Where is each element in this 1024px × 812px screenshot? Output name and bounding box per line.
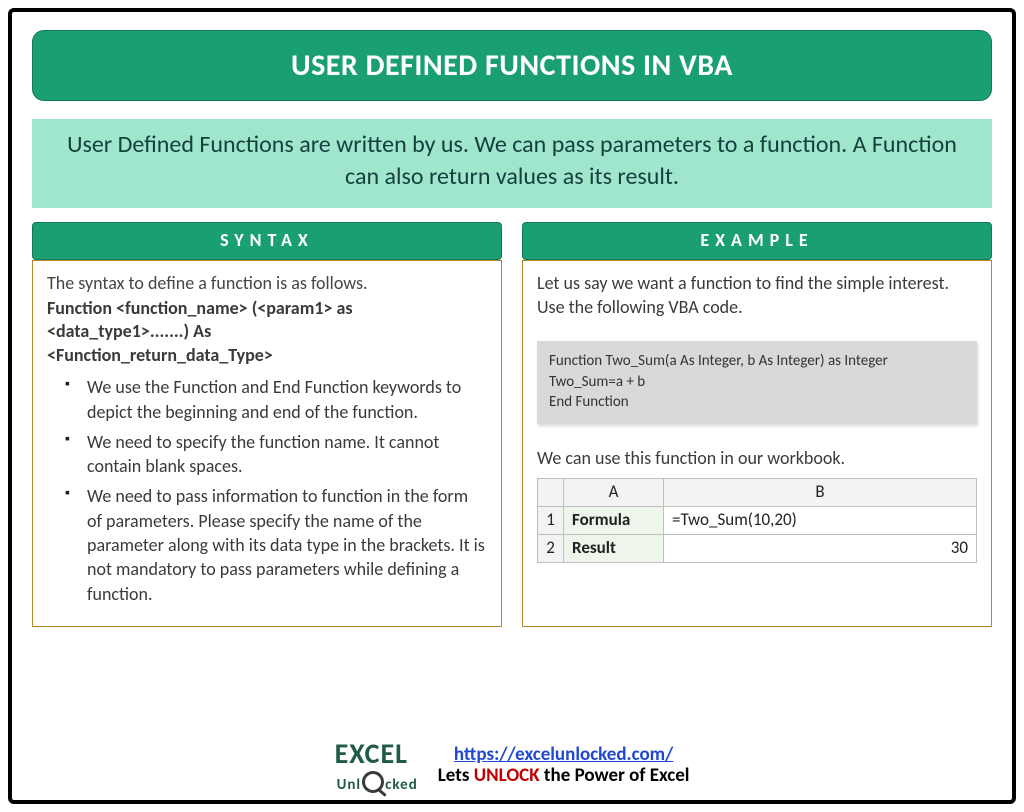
example-column: EXAMPLE Let us say we want a function to… bbox=[522, 222, 992, 627]
intro-box: User Defined Functions are written by us… bbox=[32, 119, 992, 208]
example-after: We can use this function in our workbook… bbox=[537, 446, 977, 470]
syntax-code-line: Function <function_name> (<param1> as bbox=[47, 297, 487, 320]
syntax-bullets: We use the Function and End Function key… bbox=[47, 375, 487, 606]
code-line: Function Two_Sum(a As Integer, b As Inte… bbox=[549, 351, 965, 371]
syntax-bullet: We need to specify the function name. It… bbox=[69, 430, 487, 479]
cell-a1: Formula bbox=[564, 507, 664, 535]
footer-text: https://excelunlocked.com/ Lets UNLOCK t… bbox=[438, 743, 690, 787]
row-number: 2 bbox=[538, 535, 564, 563]
vba-code-box: Function Two_Sum(a As Integer, b As Inte… bbox=[537, 341, 977, 424]
magnifying-glass-icon bbox=[362, 771, 384, 793]
logo-sub: Unlcked bbox=[337, 771, 418, 794]
sheet-row: 1 Formula =Two_Sum(10,20) bbox=[538, 507, 977, 535]
logo-top: EXCEL bbox=[335, 736, 418, 771]
syntax-header: SYNTAX bbox=[32, 222, 502, 260]
sheet-corner bbox=[538, 479, 564, 507]
cell-a2: Result bbox=[564, 535, 664, 563]
syntax-bullet: We need to pass information to function … bbox=[69, 484, 487, 605]
syntax-body: The syntax to define a function is as fo… bbox=[32, 260, 502, 627]
row-number: 1 bbox=[538, 507, 564, 535]
brand-logo: EXCEL Unlcked bbox=[335, 736, 418, 794]
code-line: End Function bbox=[549, 392, 965, 412]
footer-link[interactable]: https://excelunlocked.com/ bbox=[454, 743, 673, 766]
sheet-header-row: A B bbox=[538, 479, 977, 507]
columns: SYNTAX The syntax to define a function i… bbox=[32, 222, 992, 627]
tag-pre: Lets bbox=[438, 764, 474, 787]
syntax-lead: The syntax to define a function is as fo… bbox=[47, 271, 487, 295]
cell-b2: 30 bbox=[664, 535, 977, 563]
excel-sheet: A B 1 Formula =Two_Sum(10,20) 2 Result 3… bbox=[537, 478, 977, 563]
code-line: Two_Sum=a + b bbox=[549, 372, 965, 392]
footer: EXCEL Unlcked https://excelunlocked.com/… bbox=[12, 736, 1012, 794]
syntax-code: Function <function_name> (<param1> as <d… bbox=[47, 297, 487, 367]
example-body: Let us say we want a function to find th… bbox=[522, 260, 992, 627]
syntax-bullet: We use the Function and End Function key… bbox=[69, 375, 487, 424]
example-header: EXAMPLE bbox=[522, 222, 992, 260]
example-intro: Let us say we want a function to find th… bbox=[537, 271, 977, 320]
tag-unlock: UNLOCK bbox=[474, 764, 540, 787]
tag-post: the Power of Excel bbox=[540, 764, 690, 787]
logo-text-block: EXCEL Unlcked bbox=[335, 736, 418, 794]
syntax-column: SYNTAX The syntax to define a function i… bbox=[32, 222, 502, 627]
document-frame: USER DEFINED FUNCTIONS IN VBA User Defin… bbox=[8, 8, 1016, 804]
page-title: USER DEFINED FUNCTIONS IN VBA bbox=[32, 30, 992, 101]
syntax-code-line: <Function_return_data_Type> bbox=[47, 344, 487, 367]
footer-tagline: Lets UNLOCK the Power of Excel bbox=[438, 764, 690, 787]
sheet-row: 2 Result 30 bbox=[538, 535, 977, 563]
cell-b1: =Two_Sum(10,20) bbox=[664, 507, 977, 535]
col-header-b: B bbox=[664, 479, 977, 507]
syntax-code-line: <data_type1>.......) As bbox=[47, 320, 487, 343]
col-header-a: A bbox=[564, 479, 664, 507]
